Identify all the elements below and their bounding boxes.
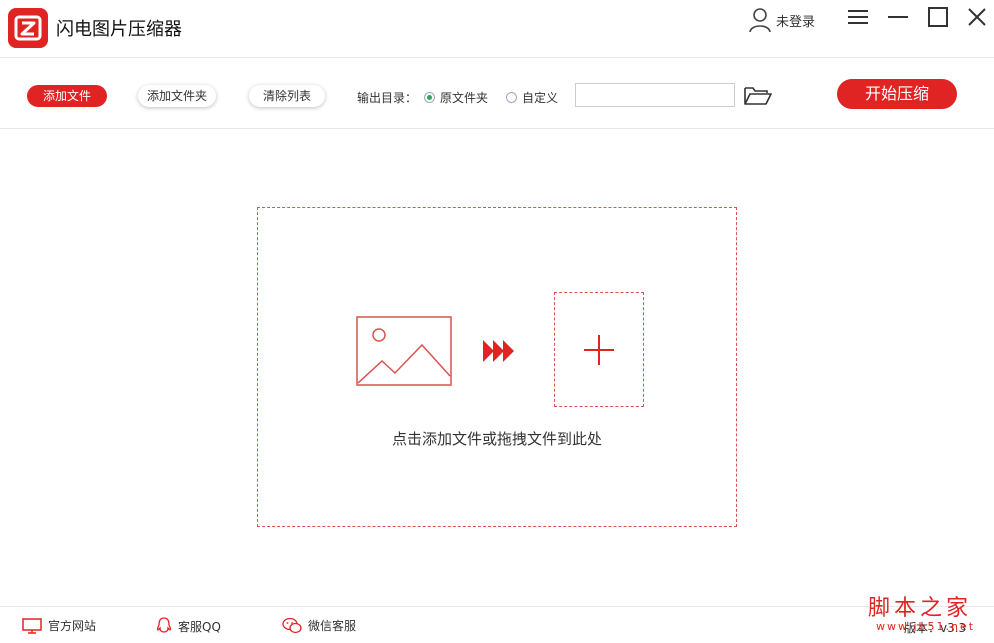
add-folder-button[interactable]: 添加文件夹	[138, 85, 216, 107]
watermark-url: www.jb51.net	[876, 620, 976, 633]
qq-support-link[interactable]: 客服QQ	[156, 617, 221, 635]
official-site-label: 官方网站	[48, 619, 97, 633]
login-label: 未登录	[776, 14, 816, 30]
login-button[interactable]: 未登录	[748, 6, 815, 34]
radio-original-label: 原文件夹	[440, 91, 489, 105]
minimize-icon	[888, 16, 908, 18]
wechat-support-label: 微信客服	[308, 619, 357, 633]
monitor-icon	[22, 617, 42, 634]
image-icon	[356, 316, 452, 386]
wechat-support-link[interactable]: 微信客服	[282, 617, 356, 634]
plus-icon	[584, 335, 614, 365]
app-title: 闪电图片压缩器	[56, 19, 182, 40]
radio-checked-icon	[424, 92, 435, 103]
maximize-button[interactable]	[925, 4, 951, 30]
maximize-icon	[928, 7, 948, 27]
official-site-link[interactable]: 官方网站	[22, 617, 96, 634]
minimize-button[interactable]	[885, 4, 911, 30]
menu-icon	[848, 10, 868, 24]
wechat-icon	[282, 617, 302, 634]
watermark-text: 脚本之家	[868, 596, 973, 621]
drop-zone[interactable]: 点击添加文件或拖拽文件到此处	[257, 207, 737, 527]
output-path-input[interactable]	[575, 83, 735, 107]
footer: 官方网站 客服QQ 微信客服 版本：v3.3	[0, 606, 994, 643]
toolbar: 添加文件 添加文件夹 清除列表 输出目录： 原文件夹 自定义 开始压缩	[0, 57, 994, 129]
output-dir-label: 输出目录：	[357, 91, 418, 105]
radio-custom-label: 自定义	[522, 91, 559, 105]
clear-list-button[interactable]: 清除列表	[249, 85, 325, 107]
radio-original-folder[interactable]: 原文件夹	[424, 89, 488, 106]
add-file-button[interactable]: 添加文件	[27, 85, 107, 107]
qq-support-label: 客服QQ	[178, 619, 221, 634]
start-compress-button[interactable]: 开始压缩	[837, 79, 957, 109]
radio-unchecked-icon	[506, 92, 517, 103]
qq-icon	[156, 617, 172, 633]
drop-hint-text: 点击添加文件或拖拽文件到此处	[391, 430, 602, 448]
close-button[interactable]	[964, 4, 990, 30]
folder-open-icon	[744, 87, 772, 105]
menu-button[interactable]	[845, 4, 871, 30]
browse-folder-button[interactable]	[743, 84, 773, 108]
add-file-box[interactable]	[554, 292, 644, 407]
title-bar: 闪电图片压缩器 未登录	[0, 0, 994, 56]
app-logo-icon	[8, 8, 48, 48]
close-icon	[968, 8, 986, 26]
triple-arrow-icon	[483, 340, 514, 362]
radio-custom-folder[interactable]: 自定义	[506, 89, 558, 106]
user-icon	[749, 8, 771, 33]
